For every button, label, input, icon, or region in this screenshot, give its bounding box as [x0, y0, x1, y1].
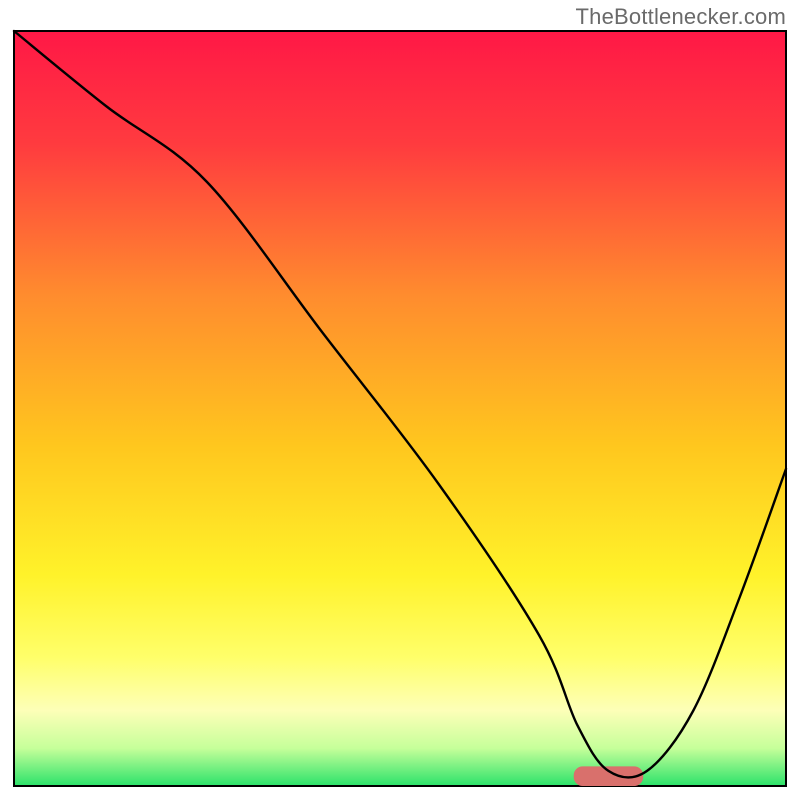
watermark-text: TheBottlenecker.com: [576, 4, 786, 30]
plot-background: [14, 31, 786, 786]
bottleneck-chart: [0, 0, 800, 800]
chart-container: TheBottlenecker.com: [0, 0, 800, 800]
